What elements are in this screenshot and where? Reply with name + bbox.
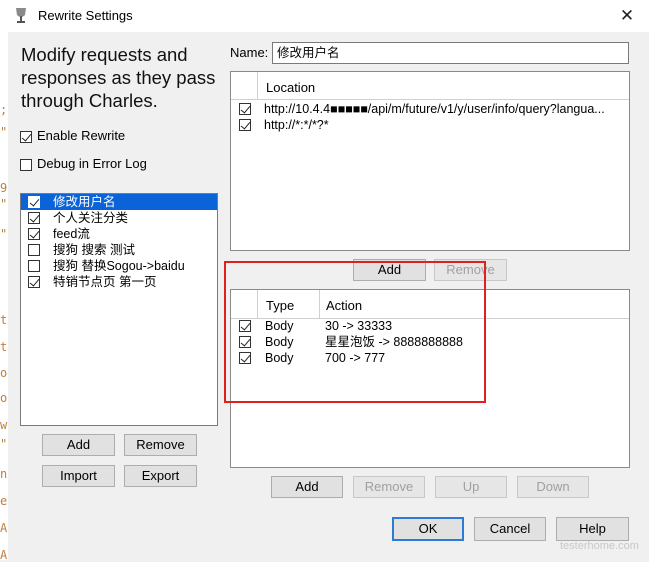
rule-list-item[interactable]: 搜狗 替换Sogou->baidu <box>21 258 217 274</box>
highlight-annotation-box <box>224 261 486 403</box>
enable-rewrite-label: Enable Rewrite <box>37 128 126 143</box>
rule-checkbox[interactable] <box>28 244 40 256</box>
location-column-header[interactable]: Location <box>266 80 315 95</box>
background-editor-char: e <box>0 494 8 508</box>
debug-log-label: Debug in Error Log <box>37 156 147 171</box>
name-input[interactable]: 修改用户名 <box>272 42 629 64</box>
title-bar: Rewrite Settings ✕ <box>0 0 649 32</box>
debug-log-option[interactable]: Debug in Error Log <box>20 156 147 171</box>
background-editor-char: t <box>0 340 8 354</box>
move-up-button[interactable]: Up <box>435 476 507 498</box>
rule-label: 特销节点页 第一页 <box>53 275 157 289</box>
location-checkbox[interactable] <box>239 119 251 131</box>
rule-label: 搜狗 替换Sogou->baidu <box>53 259 185 273</box>
background-editor-char: o <box>0 391 8 405</box>
name-label: Name: <box>230 45 269 60</box>
location-url: http://*:*/*?* <box>264 118 329 132</box>
close-icon: ✕ <box>619 6 635 25</box>
remove-action-button[interactable]: Remove <box>353 476 425 498</box>
add-action-button[interactable]: Add <box>271 476 343 498</box>
location-row[interactable]: http://*:*/*?* <box>231 117 629 133</box>
rule-label: 搜狗 搜索 测试 <box>53 243 135 257</box>
rule-label: 修改用户名 <box>53 195 116 209</box>
rule-checkbox[interactable] <box>28 212 40 224</box>
rewrite-rule-list[interactable]: 修改用户名个人关注分类 feed流搜狗 搜索 测试搜狗 替换Sogou->baid… <box>20 193 218 426</box>
location-url: http://10.4.4■■■■■/api/m/future/v1/y/use… <box>264 102 605 116</box>
background-editor-char: n <box>0 467 8 481</box>
location-checkbox[interactable] <box>239 103 251 115</box>
background-editor-char: t <box>0 313 8 327</box>
background-editor-char: o <box>0 366 8 380</box>
remove-rule-button[interactable]: Remove <box>124 434 197 456</box>
import-button[interactable]: Import <box>42 465 115 487</box>
enable-rewrite-option[interactable]: Enable Rewrite <box>20 128 125 143</box>
background-editor-char: " <box>0 437 8 451</box>
charles-app-icon <box>16 8 26 23</box>
watermark: testerhome.com <box>560 540 639 552</box>
background-editor-char: 9 <box>0 181 8 195</box>
background-editor-char: ; <box>0 103 8 117</box>
rule-list-item[interactable]: 特销节点页 第一页 <box>21 274 217 290</box>
rule-checkbox[interactable] <box>28 260 40 272</box>
background-editor-char: " <box>0 125 8 139</box>
close-button[interactable]: ✕ <box>612 2 642 30</box>
debug-log-checkbox[interactable] <box>20 158 32 171</box>
ok-button[interactable]: OK <box>392 517 464 541</box>
background-editor-char: " <box>0 197 8 211</box>
cancel-button[interactable]: Cancel <box>474 517 546 541</box>
move-down-button[interactable]: Down <box>517 476 589 498</box>
rule-label: feed流 <box>53 227 90 241</box>
rule-checkbox[interactable] <box>28 276 40 288</box>
add-rule-button[interactable]: Add <box>42 434 115 456</box>
location-row[interactable]: http://10.4.4■■■■■/api/m/future/v1/y/use… <box>231 101 629 117</box>
export-button[interactable]: Export <box>124 465 197 487</box>
rule-list-item[interactable]: 修改用户名 <box>21 194 217 210</box>
rule-list-item[interactable]: feed流 <box>21 226 217 242</box>
rule-checkbox[interactable] <box>28 196 40 208</box>
location-table[interactable]: Location http://10.4.4■■■■■/api/m/future… <box>230 71 630 251</box>
rule-list-item[interactable]: 个人关注分类 <box>21 210 217 226</box>
rule-list-item[interactable]: 搜狗 搜索 测试 <box>21 242 217 258</box>
enable-rewrite-checkbox[interactable] <box>20 130 32 143</box>
rule-checkbox[interactable] <box>28 228 40 240</box>
help-button[interactable]: Help <box>556 517 629 541</box>
background-editor-char: " <box>0 227 8 241</box>
intro-text: Modify requests and responses as they pa… <box>21 44 216 111</box>
background-editor-char: w <box>0 418 8 432</box>
window-title: Rewrite Settings <box>38 8 133 23</box>
background-editor-char: A <box>0 521 8 535</box>
rule-label: 个人关注分类 <box>53 211 129 225</box>
